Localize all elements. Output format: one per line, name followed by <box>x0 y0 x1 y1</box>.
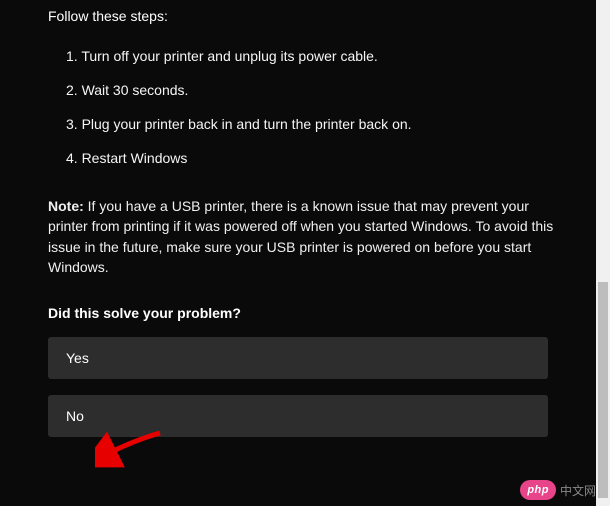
step-item: 4. Restart Windows <box>66 150 562 166</box>
step-item: 3. Plug your printer back in and turn th… <box>66 116 562 132</box>
troubleshooter-content: Follow these steps: 1. Turn off your pri… <box>0 0 610 473</box>
intro-text: Follow these steps: <box>48 8 562 24</box>
no-button[interactable]: No <box>48 395 548 437</box>
watermark-text: 中文网 <box>560 482 596 499</box>
yes-button[interactable]: Yes <box>48 337 548 379</box>
note-section: Note: If you have a USB printer, there i… <box>48 196 562 277</box>
scrollbar-thumb[interactable] <box>596 280 610 500</box>
note-label: Note: <box>48 198 84 214</box>
watermark: php 中文网 <box>520 480 596 500</box>
step-item: 1. Turn off your printer and unplug its … <box>66 48 562 64</box>
note-body: If you have a USB printer, there is a kn… <box>48 198 553 275</box>
steps-list: 1. Turn off your printer and unplug its … <box>66 48 562 166</box>
step-item: 2. Wait 30 seconds. <box>66 82 562 98</box>
watermark-badge: php <box>520 480 556 500</box>
solve-question: Did this solve your problem? <box>48 305 562 321</box>
